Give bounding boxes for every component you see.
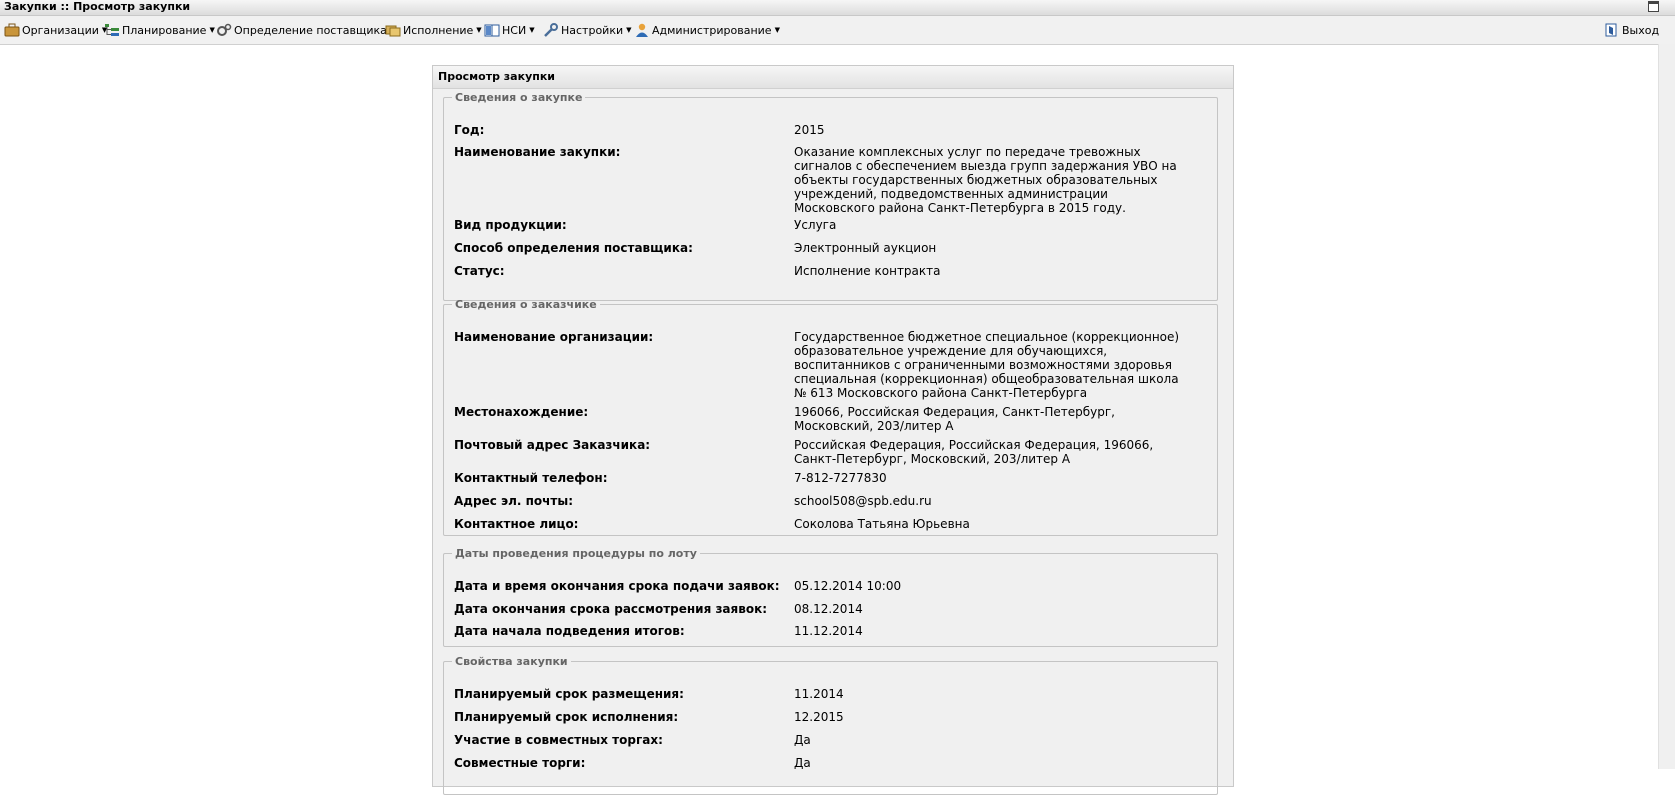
wrench-icon	[543, 23, 559, 37]
menu-label: Настройки	[561, 23, 624, 37]
email-value: school508@spb.edu.ru	[794, 494, 932, 508]
window-title: Закупки :: Просмотр закупки	[4, 0, 191, 13]
results-date-label: Дата начала подведения итогов:	[454, 624, 685, 638]
menu-label: Администрирование	[652, 23, 772, 37]
joint-participation-value: Да	[794, 733, 811, 747]
menu-organizations[interactable]: Организации ▼	[4, 21, 107, 39]
planned-placement-value: 11.2014	[794, 687, 844, 701]
tree-list-icon	[104, 23, 120, 37]
review-deadline-value: 08.12.2014	[794, 602, 863, 616]
menu-administration[interactable]: Администрирование ▼	[634, 21, 780, 39]
menu-label: НСИ	[502, 23, 527, 37]
section-legend: Свойства закупки	[455, 655, 568, 668]
purchase-view-panel: Просмотр закупки Сведения о закупке Год:…	[432, 65, 1234, 795]
contact-person-label: Контактное лицо:	[454, 517, 579, 531]
panel-title: Просмотр закупки	[433, 66, 1233, 89]
org-name-label: Наименование организации:	[454, 330, 654, 344]
procedure-dates-section: Даты проведения процедуры по лоту Дата и…	[443, 547, 1218, 647]
product-type-label: Вид продукции:	[454, 218, 567, 232]
purchase-name-value: Оказание комплексных услуг по передаче т…	[794, 145, 1177, 215]
joint-tenders-label: Совместные торги:	[454, 756, 586, 770]
folders-icon	[385, 23, 401, 37]
planned-execution-value: 12.2015	[794, 710, 844, 724]
menu-label: Планирование	[122, 23, 207, 37]
user-icon	[634, 23, 650, 37]
review-deadline-label: Дата окончания срока рассмотрения заявок…	[454, 602, 768, 616]
status-label: Статус:	[454, 264, 505, 278]
menu-planning[interactable]: Планирование ▼	[104, 21, 215, 39]
phone-label: Контактный телефон:	[454, 471, 608, 485]
status-value: Исполнение контракта	[794, 264, 941, 278]
chevron-down-icon: ▼	[626, 26, 632, 34]
gears-icon	[216, 23, 232, 37]
chevron-down-icon: ▼	[774, 26, 780, 34]
year-value: 2015	[794, 123, 825, 137]
menu-nsi[interactable]: НСИ ▼	[484, 21, 535, 39]
purchase-name-label: Наименование закупки:	[454, 145, 621, 159]
planned-placement-label: Планируемый срок размещения:	[454, 687, 684, 701]
maximize-icon[interactable]	[1648, 1, 1659, 12]
product-type-value: Услуга	[794, 218, 837, 232]
menu-settings[interactable]: Настройки ▼	[543, 21, 632, 39]
joint-participation-label: Участие в совместных торгах:	[454, 733, 663, 747]
menu-supplier-selection[interactable]: Определение поставщика▼	[216, 21, 395, 39]
year-label: Год:	[454, 123, 485, 137]
joint-tenders-value: Да	[794, 756, 811, 770]
menu-label: Определение поставщика	[234, 23, 387, 37]
planned-execution-label: Планируемый срок исполнения:	[454, 710, 679, 724]
main-menu: Организации ▼ Планирование ▼ Определение п…	[0, 16, 1675, 45]
contact-person-value: Соколова Татьяна Юрьевна	[794, 517, 970, 531]
results-date-value: 11.12.2014	[794, 624, 863, 638]
postal-address-value: Российская Федерация, Российская Федерац…	[794, 438, 1154, 466]
section-legend: Сведения о заказчике	[455, 298, 597, 311]
menu-label: Исполнение	[403, 23, 474, 37]
vertical-scrollbar[interactable]	[1658, 44, 1675, 769]
section-legend: Даты проведения процедуры по лоту	[455, 547, 697, 560]
org-name-value: Государственное бюджетное специальное (к…	[794, 330, 1180, 400]
window-titlebar: Закупки :: Просмотр закупки	[0, 0, 1675, 16]
exit-door-icon	[1604, 23, 1620, 37]
section-legend: Сведения о закупке	[455, 91, 583, 104]
menu-execution[interactable]: Исполнение ▼	[385, 21, 482, 39]
location-label: Местонахождение:	[454, 405, 589, 419]
chevron-down-icon: ▼	[476, 26, 482, 34]
phone-value: 7-812-7277830	[794, 471, 887, 485]
location-value: 196066, Российская Федерация, Санкт-Пете…	[794, 405, 1115, 433]
supplier-method-label: Способ определения поставщика:	[454, 241, 693, 255]
exit-label: Выход	[1622, 23, 1660, 37]
briefcase-icon	[4, 23, 20, 37]
book-icon	[484, 23, 500, 37]
exit-button[interactable]: Выход	[1604, 21, 1659, 39]
purchase-properties-section: Свойства закупки Планируемый срок размещ…	[443, 655, 1218, 795]
chevron-down-icon: ▼	[529, 26, 535, 34]
purchase-info-section: Сведения о закупке Год: 2015 Наименовани…	[443, 91, 1218, 301]
postal-address-label: Почтовый адрес Заказчика:	[454, 438, 651, 452]
supplier-method-value: Электронный аукцион	[794, 241, 937, 255]
chevron-down-icon: ▼	[209, 26, 215, 34]
email-label: Адрес эл. почты:	[454, 494, 574, 508]
menu-label: Организации	[22, 23, 99, 37]
bid-deadline-value: 05.12.2014 10:00	[794, 579, 902, 593]
customer-info-section: Сведения о заказчике Наименование органи…	[443, 298, 1218, 536]
bid-deadline-label: Дата и время окончания срока подачи заяв…	[454, 579, 780, 593]
